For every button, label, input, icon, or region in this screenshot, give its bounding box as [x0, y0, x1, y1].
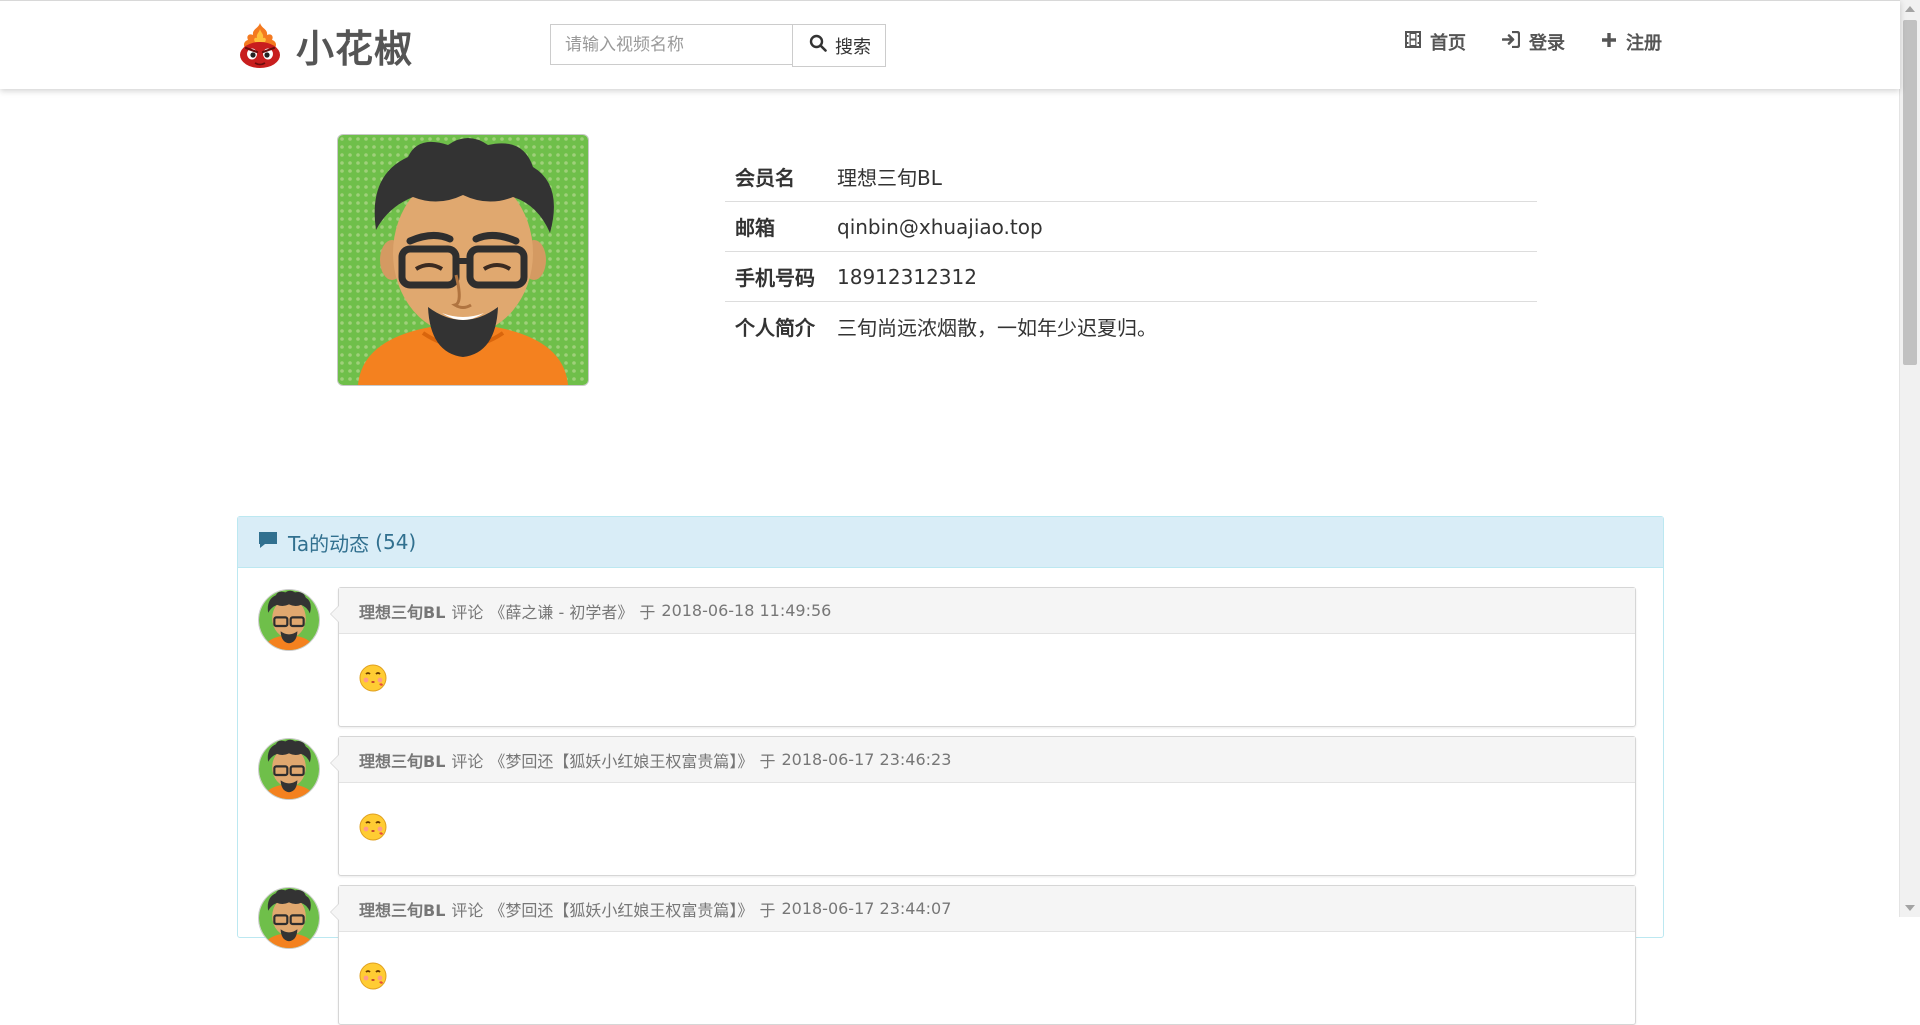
profile-row-email: 邮箱 qinbin@xhuajiao.top [725, 201, 1537, 252]
comment-time: 2018-06-18 11:49:56 [661, 601, 832, 620]
profile-avatar [337, 134, 589, 386]
profile-label: 会员名 [725, 152, 837, 202]
comment-target-link[interactable]: 《梦回还【狐妖小红娘王权富贵篇】》 [489, 748, 753, 772]
comment-header: 理想三旬BL 评论 《梦回还【狐妖小红娘王权富贵篇】》 于 2018-06-17… [339, 737, 1635, 783]
kiss-emoji-icon [359, 813, 387, 845]
brand[interactable]: 小花椒 [238, 17, 413, 73]
kiss-emoji-icon [359, 664, 387, 696]
nav-login-label: 登录 [1529, 33, 1565, 54]
nav-register-link[interactable]: 注册 [1601, 29, 1662, 55]
search-button[interactable]: 搜索 [792, 24, 886, 67]
comment-at: 于 [759, 751, 776, 771]
profile-label: 个人简介 [735, 316, 815, 340]
profile-value-username: 理想三旬BL [837, 152, 1537, 202]
scrollbar-thumb[interactable] [1903, 20, 1917, 365]
profile-label: 手机号码 [725, 251, 837, 302]
login-icon [1501, 30, 1529, 53]
comment-box: 理想三旬BL 评论 《薛之谦 - 初学者》 于 2018-06-18 11:49… [330, 587, 1636, 727]
profile-value-bio: 三旬尚远浓烟散，一如年少迟夏归。 [837, 316, 1157, 340]
scroll-up-arrow-icon[interactable] [1905, 6, 1915, 12]
comment-body [339, 634, 1635, 696]
avatar[interactable] [258, 738, 320, 800]
film-icon [1405, 31, 1430, 53]
comment-icon [258, 530, 288, 554]
profile-value-phone: 18912312312 [837, 251, 1537, 302]
comment-box: 理想三旬BL 评论 《梦回还【狐妖小红娘王权富贵篇】》 于 2018-06-17… [330, 736, 1636, 876]
plus-icon [1601, 32, 1626, 53]
comment-action: 评论 [451, 602, 484, 622]
comment-target-link[interactable]: 《薛之谦 - 初学者》 [489, 599, 633, 623]
comment-time: 2018-06-17 23:44:07 [781, 899, 952, 918]
profile-row-bio: 个人简介 三旬尚远浓烟散，一如年少迟夏归。 [725, 302, 1537, 352]
nav-links: 首页 登录 注册 [1405, 29, 1662, 55]
brand-name: 小花椒 [296, 26, 414, 71]
profile-value-email: qinbin@xhuajiao.top [837, 201, 1537, 252]
profile-row-phone: 手机号码 18912312312 [725, 251, 1537, 302]
comment-at: 于 [639, 602, 656, 622]
search-icon [809, 34, 835, 57]
profile-info-table: 会员名 理想三旬BL 邮箱 qinbin@xhuajiao.top 手机号码 1… [725, 152, 1537, 351]
comment-body [339, 932, 1635, 994]
comment-box: 理想三旬BL 评论 《梦回还【狐妖小红娘王权富贵篇】》 于 2018-06-17… [330, 885, 1636, 1025]
comment-action: 评论 [451, 751, 484, 771]
avatar[interactable] [258, 887, 320, 949]
profile-row-username: 会员名 理想三旬BL [725, 152, 1537, 202]
pepper-mascot-icon [238, 21, 282, 69]
comment-header: 理想三旬BL 评论 《薛之谦 - 初学者》 于 2018-06-18 11:49… [339, 588, 1635, 634]
comment-header: 理想三旬BL 评论 《梦回还【狐妖小红娘王权富贵篇】》 于 2018-06-17… [339, 886, 1635, 932]
comment-username[interactable]: 理想三旬BL [359, 599, 445, 623]
avatar[interactable] [258, 589, 320, 651]
scroll-down-arrow-icon[interactable] [1905, 905, 1915, 911]
nav-login-link[interactable]: 登录 [1501, 29, 1565, 55]
comment-time: 2018-06-17 23:46:23 [781, 750, 952, 769]
activity-title: Ta的动态 [288, 531, 370, 556]
nav-home-link[interactable]: 首页 [1405, 29, 1466, 55]
comment-username[interactable]: 理想三旬BL [359, 748, 445, 772]
activity-panel: Ta的动态 (54) 理想三旬BL 评论 《薛之谦 - 初学者》 于 2018-… [237, 516, 1664, 1025]
profile-label: 邮箱 [725, 201, 837, 252]
activity-panel-heading: Ta的动态 (54) [238, 517, 1663, 568]
search-input[interactable] [550, 24, 792, 65]
navbar: 小花椒 搜索 首页 登录 注册 [0, 0, 1900, 89]
nav-register-label: 注册 [1626, 33, 1662, 54]
activity-count: (54) [375, 530, 417, 554]
search-button-label: 搜索 [835, 36, 871, 58]
kiss-emoji-icon [359, 962, 387, 994]
comment-body [339, 783, 1635, 845]
nav-home-label: 首页 [1430, 33, 1466, 54]
search-form: 搜索 [550, 24, 886, 67]
page-scrollbar[interactable] [1899, 0, 1920, 917]
